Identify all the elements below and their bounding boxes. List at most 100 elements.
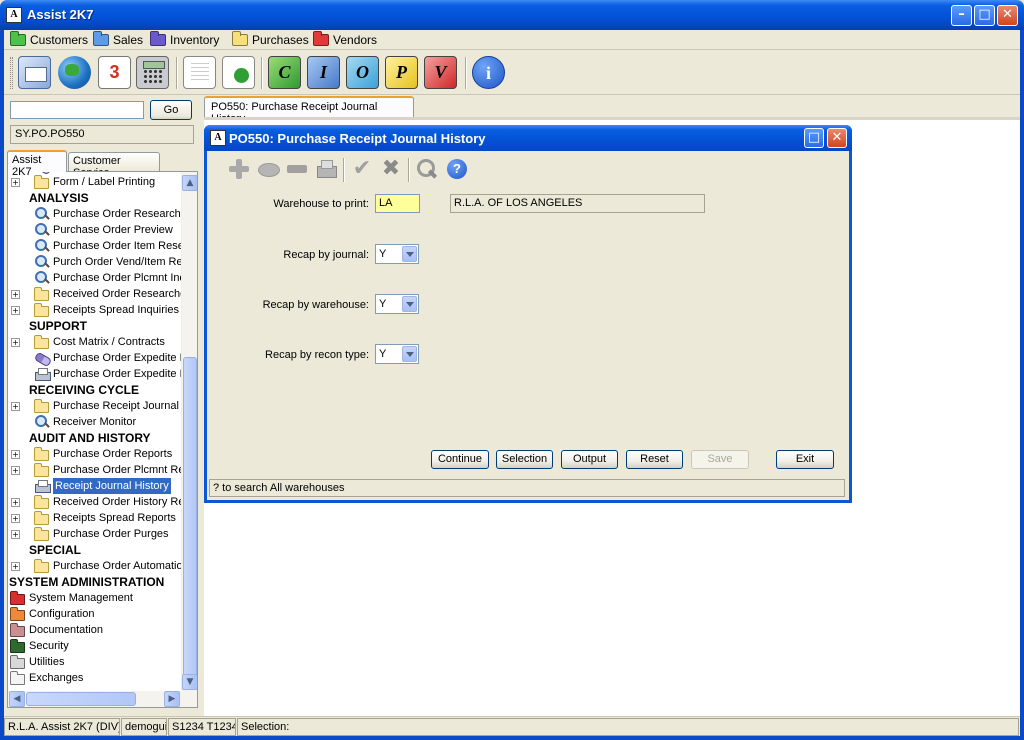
scroll-down-icon[interactable]: ▼ bbox=[182, 674, 197, 690]
go-button[interactable]: Go bbox=[150, 100, 192, 120]
save-button[interactable]: Save bbox=[691, 450, 749, 469]
tree-item[interactable]: Purchase Order Plcmnt Inquiry bbox=[8, 270, 183, 286]
window-titlebar[interactable]: A Assist 2K7 – □ ✕ bbox=[0, 0, 1024, 30]
expand-plus-icon[interactable]: + bbox=[11, 178, 20, 187]
tree-item-label: SPECIAL bbox=[29, 543, 82, 557]
recap-warehouse-select[interactable]: Y bbox=[375, 294, 419, 314]
orders-shortcut-icon[interactable]: O bbox=[346, 56, 379, 89]
dialog-close-button[interactable]: ✕ bbox=[827, 128, 847, 148]
scroll-up-icon[interactable]: ▲ bbox=[182, 175, 197, 191]
chevron-down-icon[interactable] bbox=[402, 246, 417, 262]
chevron-down-icon[interactable] bbox=[402, 296, 417, 312]
tree-item[interactable]: System Management bbox=[8, 590, 183, 606]
tree-item-label: Documentation bbox=[29, 624, 103, 636]
print-icon[interactable] bbox=[314, 157, 338, 181]
expand-plus-icon[interactable]: + bbox=[11, 562, 20, 571]
tree-item[interactable]: Exchanges bbox=[8, 670, 183, 686]
add-icon[interactable] bbox=[227, 157, 251, 181]
chevron-down-icon[interactable] bbox=[402, 346, 417, 362]
exit-button[interactable]: Exit bbox=[776, 450, 834, 469]
horizontal-scrollbar-thumb[interactable] bbox=[26, 692, 136, 706]
menu-purchases[interactable]: Purchases bbox=[232, 31, 309, 48]
tree-item[interactable]: + Cost Matrix / Contracts bbox=[8, 334, 183, 350]
expand-plus-icon[interactable]: + bbox=[11, 306, 20, 315]
tree-item[interactable]: Purchase Order Preview bbox=[8, 222, 183, 238]
tree-item[interactable]: Purchase Order Expedite Entry bbox=[8, 350, 183, 366]
scroll-right-icon[interactable]: ▶ bbox=[164, 691, 180, 707]
recap-recon-select[interactable]: Y bbox=[375, 344, 419, 364]
expand-plus-icon[interactable]: + bbox=[11, 450, 20, 459]
menu-vendors-label: Vendors bbox=[333, 33, 378, 47]
tab-assist-2k7[interactable]: Assist 2K7 bbox=[7, 150, 67, 178]
tree-item[interactable]: + Purchase Order Purges bbox=[8, 526, 183, 542]
vertical-scrollbar[interactable]: ▲ ▼ bbox=[181, 172, 197, 691]
toolbar-grip[interactable] bbox=[10, 57, 13, 89]
horizontal-scrollbar[interactable]: ◀ ▶ bbox=[8, 691, 197, 707]
customers-shortcut-icon[interactable]: C bbox=[268, 56, 301, 89]
tree-item[interactable]: + Purchase Order Automation bbox=[8, 558, 183, 574]
expand-plus-icon[interactable]: + bbox=[11, 402, 20, 411]
expand-plus-icon[interactable]: + bbox=[11, 498, 20, 507]
tree-item[interactable]: + Receipts Spread Reports bbox=[8, 510, 183, 526]
purchases-shortcut-icon[interactable]: P bbox=[385, 56, 418, 89]
cancel-x-icon[interactable]: ✖ bbox=[379, 157, 403, 181]
scrollbar-thumb[interactable] bbox=[183, 357, 197, 678]
output-button[interactable]: Output bbox=[561, 450, 618, 469]
info-icon[interactable]: i bbox=[472, 56, 505, 89]
tree-item[interactable]: + Received Order Researches bbox=[8, 286, 183, 302]
menu-search-input[interactable] bbox=[10, 101, 144, 119]
selection-button[interactable]: Selection bbox=[496, 450, 553, 469]
tree-item[interactable]: Purchase Order Research bbox=[8, 206, 183, 222]
search-icon[interactable] bbox=[415, 157, 439, 181]
continue-button[interactable]: Continue bbox=[431, 450, 489, 469]
expand-plus-icon[interactable]: + bbox=[11, 530, 20, 539]
tree-item[interactable]: Purchase Order Item Research bbox=[8, 238, 183, 254]
maximize-button[interactable]: □ bbox=[974, 5, 995, 26]
tree-item[interactable]: Receiver Monitor bbox=[8, 414, 183, 430]
calendar-icon[interactable]: 3 bbox=[98, 56, 131, 89]
calculator-icon[interactable] bbox=[136, 56, 169, 89]
help-icon[interactable]: ? bbox=[447, 159, 467, 179]
menu-inventory[interactable]: Inventory bbox=[150, 31, 219, 48]
inventory-shortcut-icon[interactable]: I bbox=[307, 56, 340, 89]
tree-item[interactable]: + Receipts Spread Inquiries bbox=[8, 302, 183, 318]
menu-sales[interactable]: Sales bbox=[93, 31, 143, 48]
recap-journal-select[interactable]: Y bbox=[375, 244, 419, 264]
expand-plus-icon[interactable]: + bbox=[11, 290, 20, 299]
tree-item[interactable]: Security bbox=[8, 638, 183, 654]
tree-item[interactable]: Purch Order Vend/Item Research bbox=[8, 254, 183, 270]
dialog-maximize-button[interactable]: □ bbox=[804, 128, 824, 148]
delete-icon[interactable] bbox=[285, 157, 309, 181]
tree-item[interactable]: + Received Order History Reports bbox=[8, 494, 183, 510]
tab-customer-service[interactable]: Customer Service bbox=[68, 152, 160, 179]
tree-item[interactable]: + Purchase Order Reports bbox=[8, 446, 183, 462]
expand-plus-icon[interactable]: + bbox=[11, 514, 20, 523]
reset-button[interactable]: Reset bbox=[626, 450, 683, 469]
globe-icon[interactable] bbox=[58, 56, 91, 89]
expand-plus-icon[interactable]: + bbox=[11, 338, 20, 347]
recap-journal-value: Y bbox=[379, 248, 387, 260]
minimize-button[interactable]: – bbox=[951, 5, 972, 26]
vendors-shortcut-icon[interactable]: V bbox=[424, 56, 457, 89]
tree-item[interactable]: + Purchase Receipt Journal bbox=[8, 398, 183, 414]
tree-item[interactable]: + Form / Label Printing bbox=[8, 174, 183, 190]
tree-item[interactable]: + Purchase Order Plcmnt Reports bbox=[8, 462, 183, 478]
tree-item[interactable]: Purchase Order Expedite Report bbox=[8, 366, 183, 382]
expand-plus-icon[interactable]: + bbox=[11, 466, 20, 475]
tree-item[interactable]: Receipt Journal History bbox=[8, 478, 183, 494]
close-button[interactable]: ✕ bbox=[997, 5, 1018, 26]
document-icon[interactable] bbox=[183, 56, 216, 89]
accept-check-icon[interactable]: ✔ bbox=[350, 157, 374, 181]
envelope-icon[interactable] bbox=[18, 56, 51, 89]
report-icon[interactable] bbox=[222, 56, 255, 89]
menu-customers[interactable]: Customers bbox=[10, 31, 88, 48]
warehouse-input[interactable]: LA bbox=[375, 194, 420, 213]
scroll-left-icon[interactable]: ◀ bbox=[9, 691, 25, 707]
menu-vendors[interactable]: Vendors bbox=[313, 31, 378, 48]
dialog-titlebar[interactable]: A PO550: Purchase Receipt Journal Histor… bbox=[204, 125, 852, 151]
tree-item[interactable]: Configuration bbox=[8, 606, 183, 622]
edit-icon[interactable] bbox=[256, 157, 280, 181]
tree-item[interactable]: Documentation bbox=[8, 622, 183, 638]
tab-po550[interactable]: PO550: Purchase Receipt Journal History bbox=[204, 96, 414, 125]
tree-item[interactable]: Utilities bbox=[8, 654, 183, 670]
